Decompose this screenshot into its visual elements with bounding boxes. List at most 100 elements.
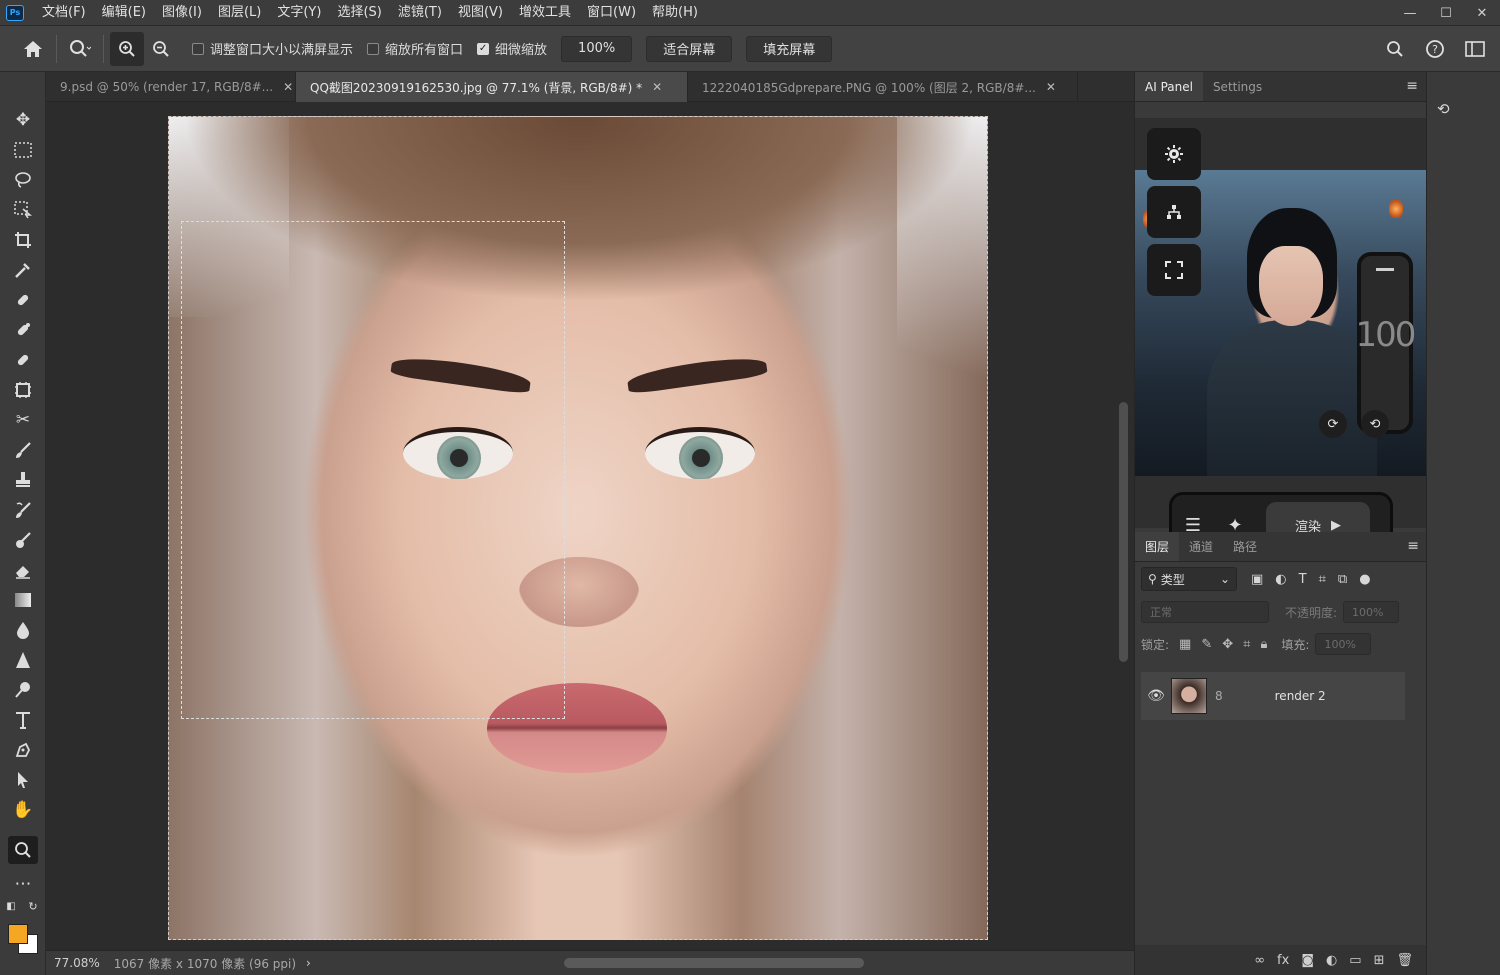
eyedropper-tool-icon[interactable] — [8, 256, 38, 284]
vertical-scrollbar[interactable] — [1114, 102, 1134, 950]
spot-healing-tool-icon[interactable] — [8, 286, 38, 314]
canvas-area[interactable] — [46, 102, 1134, 950]
minimize-button[interactable]: — — [1392, 0, 1428, 26]
close-icon[interactable]: ✕ — [652, 80, 662, 94]
mixer-brush-tool-icon[interactable] — [8, 526, 38, 554]
mask-icon[interactable]: ◙ — [1301, 953, 1314, 968]
search-icon[interactable] — [1378, 32, 1412, 66]
dodge-tool-icon[interactable] — [8, 676, 38, 704]
adjustment-filter-icon[interactable]: ◐ — [1275, 572, 1286, 587]
lock-position-icon[interactable]: ✥ — [1222, 637, 1233, 652]
more-tools-icon[interactable]: ⋯ — [8, 870, 38, 898]
doc-tab[interactable]: 9.psd @ 50% (render 17, RGB/8#... ✕ — [46, 72, 296, 102]
workspace-icon[interactable] — [1458, 32, 1492, 66]
close-icon[interactable]: ✕ — [1046, 80, 1056, 94]
tab-ai-panel[interactable]: AI Panel — [1135, 72, 1203, 101]
tab-paths[interactable]: 路径 — [1223, 532, 1267, 561]
checkbox-box-checked[interactable]: ✓ — [477, 42, 490, 55]
menu-layer[interactable]: 图层(L) — [210, 0, 269, 26]
doc-tab[interactable]: 1222040185Gdprepare.PNG @ 100% (图层 2, RG… — [688, 72, 1078, 102]
menu-select[interactable]: 选择(S) — [329, 0, 389, 26]
gear-icon[interactable] — [1147, 128, 1201, 180]
doc-tab-active[interactable]: QQ截图20230919162530.jpg @ 77.1% (背景, RGB/… — [296, 72, 688, 102]
brush-tool-icon[interactable] — [8, 436, 38, 464]
marquee-selection[interactable] — [181, 221, 565, 719]
foreground-color-swatch[interactable] — [8, 924, 28, 944]
marquee-tool-icon[interactable] — [8, 136, 38, 164]
tab-settings[interactable]: Settings — [1203, 72, 1272, 101]
document-image[interactable] — [168, 116, 988, 940]
menu-type[interactable]: 文字(Y) — [269, 0, 329, 26]
lock-all-icon[interactable]: 🔒︎ — [1260, 637, 1267, 652]
zoom-out-icon[interactable] — [144, 32, 178, 66]
menu-filter[interactable]: 滤镜(T) — [390, 0, 450, 26]
fill-field[interactable]: 100% — [1315, 633, 1372, 655]
generative-tool-icon[interactable] — [8, 376, 38, 404]
maximize-button[interactable]: ☐ — [1428, 0, 1464, 26]
lock-paint-icon[interactable]: ✎ — [1201, 637, 1212, 652]
path-selection-tool-icon[interactable] — [8, 766, 38, 794]
checkbox-box[interactable] — [367, 42, 380, 55]
history-brush-tool-icon[interactable] — [8, 496, 38, 524]
blend-mode-select[interactable]: 正常 — [1141, 601, 1269, 623]
tab-layers[interactable]: 图层 — [1135, 532, 1180, 561]
menu-file[interactable]: 文档(F) — [34, 0, 94, 26]
link-icon[interactable]: ∞ — [1254, 953, 1265, 968]
eye-icon[interactable]: 👁︎ — [1141, 688, 1171, 704]
move-tool-icon[interactable]: ✥ — [8, 106, 38, 134]
tab-channels[interactable]: 通道 — [1179, 532, 1223, 561]
lock-artboard-icon[interactable]: ⌗ — [1243, 637, 1250, 652]
slider-handle[interactable] — [1376, 268, 1394, 271]
fx-icon[interactable]: fx — [1277, 953, 1289, 968]
brush-healing-tool-icon[interactable] — [8, 316, 38, 344]
fill-screen-button[interactable]: 填充屏幕 — [746, 35, 833, 62]
zoom-tool-icon[interactable] — [8, 836, 38, 864]
object-selection-tool-icon[interactable] — [8, 196, 38, 224]
zoom-level[interactable]: 77.08% — [54, 956, 100, 970]
checkbox-box[interactable] — [192, 42, 204, 55]
layer-name[interactable]: render 2 — [1275, 689, 1326, 703]
scrollbar-thumb[interactable] — [1119, 402, 1128, 662]
scrubby-zoom-checkbox[interactable]: ✓ 细微缩放 — [477, 39, 547, 58]
link-icon[interactable]: 8 — [1215, 689, 1223, 703]
eraser-tool-icon[interactable] — [8, 556, 38, 584]
filter-toggle-icon[interactable]: ● — [1359, 572, 1370, 587]
gradient-tool-icon[interactable] — [8, 586, 38, 614]
delete-icon[interactable]: 🗑︎ — [1396, 953, 1413, 968]
strength-slider[interactable]: 100 — [1356, 252, 1416, 434]
blur-tool-icon[interactable] — [8, 616, 38, 644]
menu-window[interactable]: 窗口(W) — [579, 0, 644, 26]
fit-screen-button[interactable]: 适合屏幕 — [646, 35, 733, 62]
type-filter-icon[interactable]: T — [1299, 572, 1307, 587]
zoom-in-icon[interactable] — [110, 31, 144, 66]
hand-tool-icon[interactable]: ✋ — [8, 796, 38, 824]
layer-row[interactable]: 👁︎ 8 render 2 — [1141, 672, 1405, 720]
scissors-tool-icon[interactable]: ✂ — [8, 406, 38, 434]
menu-edit[interactable]: 编辑(E) — [94, 0, 154, 26]
refresh-icon[interactable]: ⟳ — [1319, 410, 1347, 438]
pen-tool-icon[interactable] — [8, 736, 38, 764]
history-icon[interactable]: ⟲ — [1437, 100, 1450, 118]
zoom-100-button[interactable]: 100% — [561, 35, 633, 62]
smart-object-filter-icon[interactable]: ⧉ — [1338, 572, 1347, 587]
status-menu-arrow[interactable]: › — [306, 956, 311, 970]
layer-filter-select[interactable]: ⚲ 类型 ⌄ — [1141, 567, 1237, 591]
crop-icon[interactable]: ⟲ — [1361, 410, 1389, 438]
close-button[interactable]: ✕ — [1464, 0, 1500, 26]
help-icon[interactable]: ? — [1418, 32, 1452, 66]
swap-colors-icon[interactable]: ↻ — [24, 898, 42, 914]
bandage-tool-icon[interactable] — [8, 346, 38, 374]
opacity-field[interactable]: 100% — [1343, 601, 1400, 623]
fullscreen-icon[interactable] — [1147, 244, 1201, 296]
shape-filter-icon[interactable]: ⌗ — [1319, 572, 1326, 587]
group-icon[interactable]: ▭ — [1349, 953, 1361, 968]
pixel-filter-icon[interactable]: ▣ — [1251, 572, 1263, 587]
menu-plugins[interactable]: 增效工具 — [511, 0, 579, 26]
crop-tool-icon[interactable] — [8, 226, 38, 254]
menu-help[interactable]: 帮助(H) — [644, 0, 706, 26]
network-icon[interactable] — [1147, 186, 1201, 238]
default-colors-icon[interactable]: ◧ — [2, 898, 20, 914]
menu-view[interactable]: 视图(V) — [450, 0, 511, 26]
sharpen-tool-icon[interactable] — [8, 646, 38, 674]
lasso-tool-icon[interactable] — [8, 166, 38, 194]
